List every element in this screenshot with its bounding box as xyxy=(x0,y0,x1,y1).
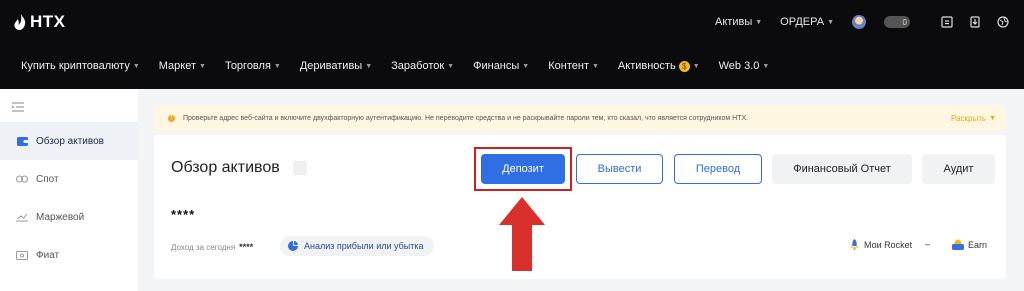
spot-icon xyxy=(16,174,28,184)
pie-chart-icon xyxy=(288,241,298,251)
my-rocket-link[interactable]: Мои Rocket xyxy=(849,239,912,250)
nav-label: Купить криптовалюту xyxy=(21,60,130,72)
chevron-down-icon: ▼ xyxy=(762,62,770,70)
chevron-down-icon: ▼ xyxy=(273,62,281,70)
today-income: Доход за сегодня **** xyxy=(171,242,253,252)
toggle-value: 0 xyxy=(902,17,907,27)
nav-buy-crypto[interactable]: Купить криптовалюту ▼ xyxy=(21,60,140,72)
audit-button[interactable]: Аудит xyxy=(922,154,995,184)
sidebar-item-fiat[interactable]: Фиат xyxy=(0,236,138,274)
nav-label: Финансы xyxy=(473,60,520,72)
chevron-down-icon: ▼ xyxy=(591,62,599,70)
earn-link[interactable]: Earn xyxy=(952,239,987,250)
fiat-icon xyxy=(16,250,28,260)
assets-menu-label: Активы xyxy=(715,16,753,28)
theme-toggle[interactable]: 0 xyxy=(884,16,910,28)
main-content: ! Проверьте адрес веб-сайта и включите д… xyxy=(138,89,1024,291)
nav-label: Контент xyxy=(548,60,589,72)
top-right-menu: Активы ▼ ОРДЕРА ▼ 0 xyxy=(715,12,1010,32)
nav-label: Маркет xyxy=(158,60,197,72)
avatar[interactable] xyxy=(852,15,866,29)
alert-text: Проверьте адрес веб-сайта и включите дву… xyxy=(183,114,749,122)
sidebar-item-label: Фиат xyxy=(36,249,60,261)
nav-content[interactable]: Контент ▼ xyxy=(548,60,599,72)
nav-derivatives[interactable]: Деривативы ▼ xyxy=(300,60,372,72)
orders-menu[interactable]: ОРДЕРА ▼ xyxy=(780,16,834,28)
sidebar-item-asset-overview[interactable]: Обзор активов xyxy=(0,122,138,160)
nav-activity[interactable]: Активность $ ▼ xyxy=(618,60,700,72)
orders-menu-label: ОРДЕРА xyxy=(780,16,825,28)
download-icon[interactable] xyxy=(968,15,982,29)
chevron-down-icon: ▼ xyxy=(132,62,140,70)
chevron-down-icon: ▼ xyxy=(522,62,530,70)
transfer-button[interactable]: Перевод xyxy=(674,154,762,184)
nav-label: Активность xyxy=(617,60,676,72)
nav-finance[interactable]: Финансы ▼ xyxy=(473,60,529,72)
language-globe-icon[interactable] xyxy=(996,15,1010,29)
security-alert-banner: ! Проверьте адрес веб-сайта и включите д… xyxy=(154,105,1006,131)
sidebar-item-label: Маржевой xyxy=(36,211,85,223)
page-title: Обзор активов xyxy=(171,159,307,177)
main-nav: Купить криптовалюту ▼ Маркет ▼ Торговля ▼ Д… xyxy=(0,55,788,77)
hide-balance-eye-icon[interactable] xyxy=(292,161,307,175)
top-header: HTX Активы ▼ ОРДЕРА ▼ 0 Купить криптовалют… xyxy=(0,0,1024,89)
nav-label: Web 3.0 xyxy=(718,60,760,72)
financial-report-button[interactable]: Финансовый Отчет xyxy=(772,154,912,184)
coin-icon: $ xyxy=(678,60,690,72)
page-title-text: Обзор активов xyxy=(171,159,280,176)
pnl-analysis-label: Анализ прибыли или убытка xyxy=(304,241,424,251)
rocket-value: – xyxy=(925,239,931,249)
withdraw-button[interactable]: Вывести xyxy=(576,154,663,184)
asset-overview-card: Обзор активов **** Депозит Вывести Перев… xyxy=(154,135,1006,279)
notification-icon[interactable] xyxy=(940,15,954,29)
brand-name: HTX xyxy=(30,12,66,31)
earn-label: Earn xyxy=(968,239,988,250)
htx-logo[interactable]: HTX xyxy=(14,12,66,32)
rocket-label: Мои Rocket xyxy=(864,239,913,250)
sidebar-item-margin[interactable]: Маржевой xyxy=(0,198,138,236)
chevron-down-icon: ▼ xyxy=(755,18,763,26)
total-balance-masked: **** xyxy=(171,207,196,222)
chevron-down-icon: ▼ xyxy=(447,62,455,70)
sidebar-item-label: Обзор активов xyxy=(36,135,104,147)
sidebar: Обзор активов Спот Маржевой Фиат xyxy=(0,89,138,291)
pnl-analysis-button[interactable]: Анализ прибыли или убытка xyxy=(280,236,434,256)
sidebar-item-spot[interactable]: Спот xyxy=(0,160,138,198)
sidebar-collapse-icon[interactable] xyxy=(12,102,24,112)
nav-market[interactable]: Маркет ▼ xyxy=(159,60,206,72)
margin-icon xyxy=(16,212,28,222)
chevron-down-icon: ▼ xyxy=(827,18,834,26)
earn-icon xyxy=(952,239,964,250)
chevron-down-icon: ▼ xyxy=(365,62,373,70)
sidebar-item-label: Спот xyxy=(36,173,59,185)
alert-expand-label: Раскрыть xyxy=(951,114,987,123)
wallet-icon xyxy=(16,136,28,146)
red-arrow-up-icon xyxy=(499,197,545,271)
deposit-highlight-box xyxy=(474,147,572,191)
warning-icon: ! xyxy=(168,114,175,122)
chevron-down-icon: ▼ xyxy=(989,115,996,122)
nav-trade[interactable]: Торговля ▼ xyxy=(225,60,281,72)
nav-web3[interactable]: Web 3.0 ▼ xyxy=(719,60,770,72)
nav-label: Заработок xyxy=(391,60,445,72)
nav-earn[interactable]: Заработок ▼ xyxy=(391,60,454,72)
chevron-down-icon: ▼ xyxy=(199,62,206,70)
nav-label: Торговля xyxy=(224,60,271,72)
nav-label: Деривативы xyxy=(299,60,363,72)
income-value: **** xyxy=(239,242,254,252)
chevron-down-icon: ▼ xyxy=(692,62,700,70)
alert-expand-button[interactable]: Раскрыть ▼ xyxy=(951,114,996,123)
rocket-icon xyxy=(850,239,859,250)
htx-flame-icon xyxy=(14,14,26,30)
income-label: Доход за сегодня xyxy=(171,242,236,252)
assets-menu[interactable]: Активы ▼ xyxy=(715,16,762,28)
